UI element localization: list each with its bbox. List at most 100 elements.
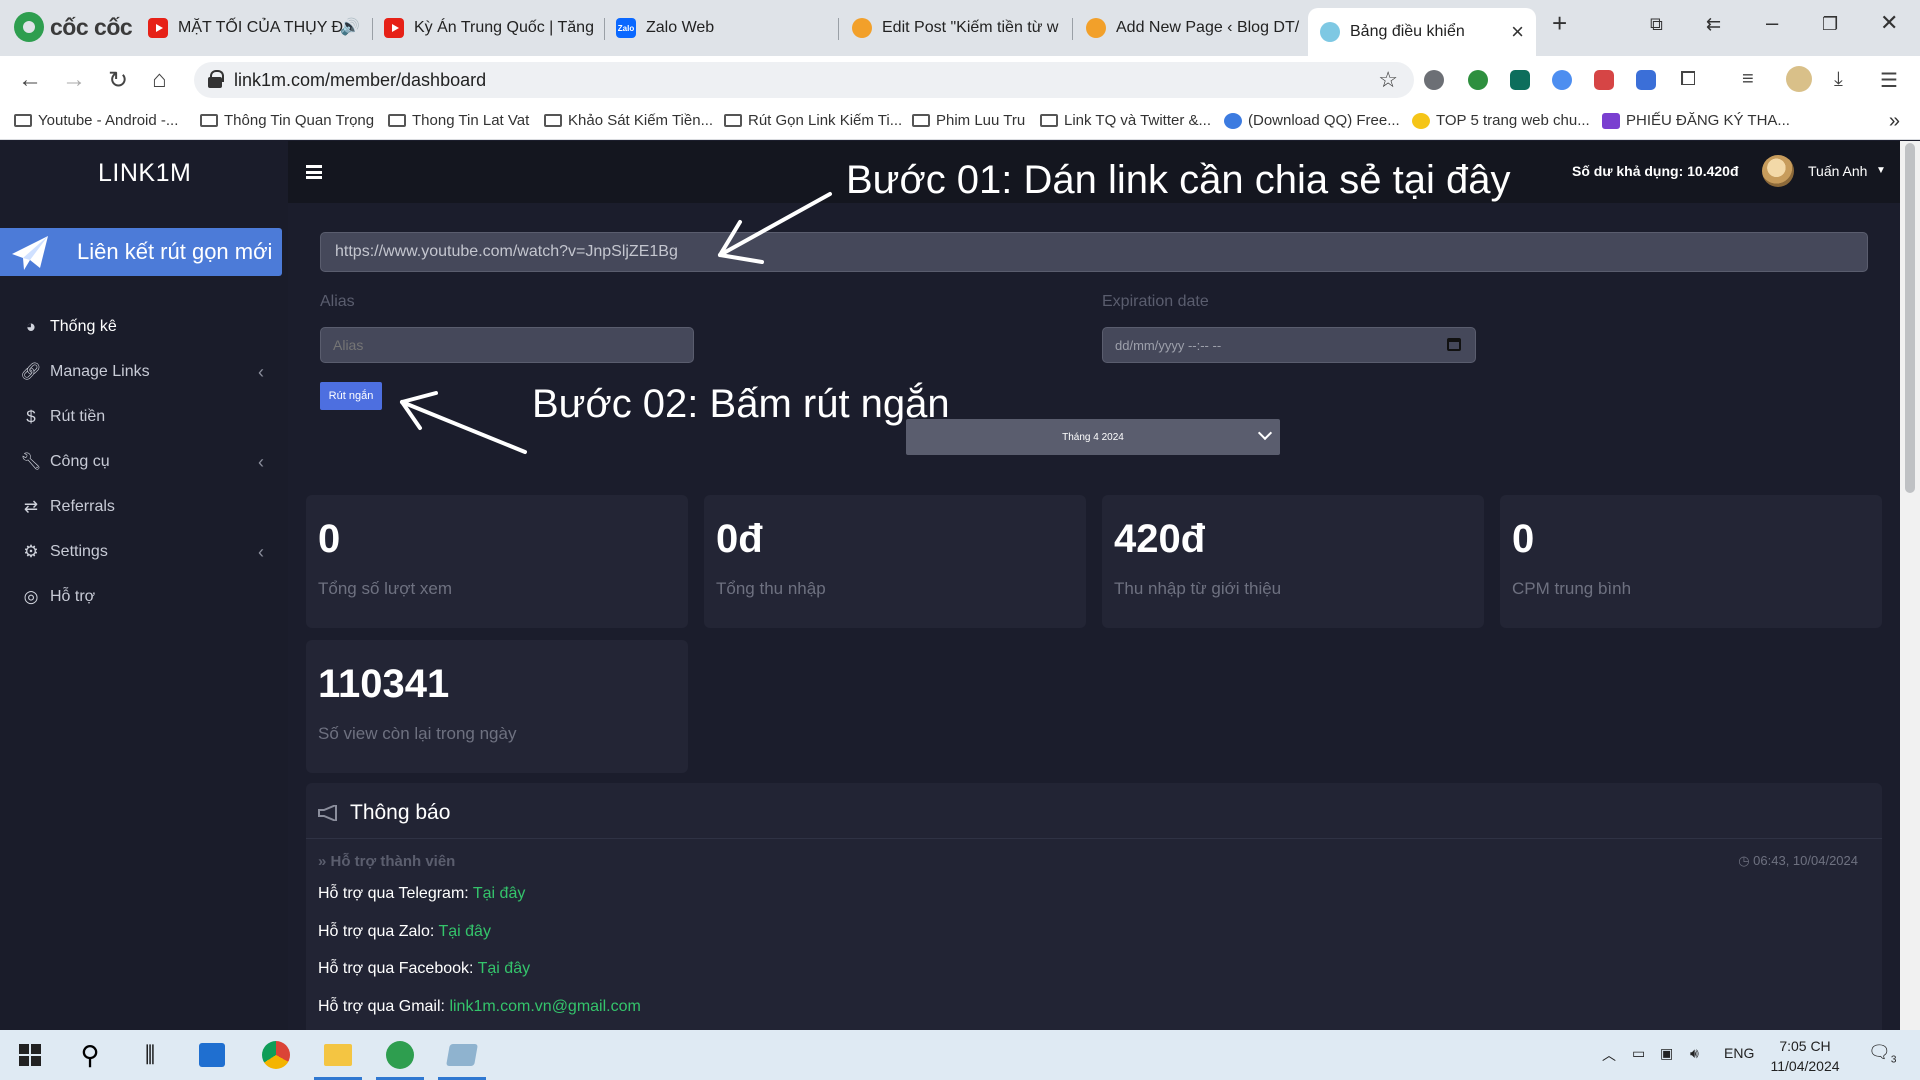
extension-icon[interactable] [1510, 70, 1530, 90]
chevron-up-icon[interactable]: ︿ [1602, 1045, 1616, 1065]
close-tab-icon[interactable]: × [1511, 19, 1524, 45]
folder-icon [14, 114, 32, 127]
tab-youtube-2[interactable]: Kỳ Án Trung Quốc | Tăng [372, 8, 602, 48]
month-select[interactable]: Tháng 4 2024 [906, 419, 1280, 455]
notification-center-icon[interactable]: 🗨︎3 [1868, 1042, 1896, 1066]
back-icon[interactable]: ← [18, 66, 42, 94]
sidebar-item-settings[interactable]: ⚙ Settings ‹ [0, 532, 288, 572]
shorten-button[interactable]: Rút ngắn [320, 382, 382, 410]
back-arrow-icon[interactable]: ⇇ [1706, 14, 1721, 35]
chrome-icon[interactable] [252, 1034, 300, 1076]
volume-icon[interactable]: 🔊︎ [1690, 1045, 1699, 1062]
speaker-icon[interactable]: 🔊 [340, 17, 360, 37]
bookmark-item[interactable]: Youtube - Android -... [14, 112, 178, 129]
reload-icon[interactable]: ↻ [108, 66, 128, 95]
stat-card-remaining-views: 110341 Số view còn lại trong ngày [306, 640, 688, 773]
close-window-icon[interactable]: ✕ [1880, 10, 1898, 36]
calendar-icon[interactable] [1447, 338, 1461, 351]
clock-date: 11/04/2024 [1770, 1058, 1840, 1074]
facebook-link[interactable]: Tại đây [478, 960, 530, 977]
support-label: Hỗ trợ qua Facebook: [318, 960, 474, 977]
expiration-date-input[interactable]: dd/mm/yyyy --:-- -- [1102, 327, 1476, 363]
coccoc-taskbar-icon[interactable] [376, 1034, 424, 1080]
site-logo[interactable]: LINK1M [98, 159, 191, 188]
minimize-icon[interactable]: – [1766, 10, 1778, 36]
alias-input[interactable] [320, 327, 694, 363]
youtube-icon [384, 18, 404, 38]
caret-down-icon[interactable]: ▼ [1876, 165, 1886, 176]
hamburger-menu-icon[interactable] [306, 165, 322, 179]
bookmark-item[interactable]: Phim Luu Tru [912, 112, 1025, 129]
telegram-link[interactable]: Tại đây [473, 885, 525, 902]
bookmark-item[interactable]: (Download QQ) Free... [1224, 112, 1400, 129]
notice-time-text: 06:43, 10/04/2024 [1753, 853, 1858, 868]
expiration-date-label: Expiration date [1102, 293, 1209, 310]
tab-dashboard[interactable]: Bảng điều khiển × [1308, 8, 1536, 56]
network-icon[interactable]: ▣ [1660, 1045, 1673, 1062]
language-indicator[interactable]: ENG [1724, 1045, 1754, 1061]
restore-icon[interactable]: ❐ [1822, 14, 1838, 35]
long-url-input[interactable] [320, 232, 1868, 272]
app-window-icon[interactable] [438, 1034, 486, 1080]
extension-icon[interactable] [1424, 70, 1444, 90]
scrollbar-thumb[interactable] [1905, 143, 1915, 493]
tab-zalo[interactable]: Zalo Zalo Web [604, 8, 834, 48]
bookmark-item[interactable]: TOP 5 trang web chu... [1412, 112, 1590, 129]
start-button[interactable] [6, 1034, 54, 1076]
sidebar-item-manage-links[interactable]: 🔗︎ Manage Links ‹ [0, 352, 288, 392]
stat-value: 0 [318, 517, 341, 561]
megaphone-icon [318, 805, 337, 821]
sidebar-item-referrals[interactable]: ⇄ Referrals [0, 487, 288, 527]
omnibox[interactable]: link1m.com/member/dashboard ☆ [194, 62, 1414, 98]
screenshot-icon[interactable]: ⧉ [1650, 14, 1663, 35]
tab-edit-post[interactable]: Edit Post "Kiếm tiền từ w [840, 8, 1072, 48]
url-text[interactable]: link1m.com/member/dashboard [234, 70, 486, 91]
gmail-link[interactable]: link1m.com.vn@gmail.com [449, 998, 640, 1015]
tab-add-page[interactable]: Add New Page ‹ Blog DT/ [1074, 8, 1306, 48]
tab-separator [1072, 18, 1073, 40]
zalo-link[interactable]: Tại đây [438, 923, 490, 940]
lock-icon[interactable] [208, 70, 224, 88]
browser-brand[interactable]: cốc cốc [14, 12, 133, 42]
battery-icon[interactable]: ▭ [1632, 1045, 1645, 1062]
extension-globe-icon[interactable] [1468, 70, 1488, 90]
page-scrollbar[interactable] [1900, 141, 1920, 1030]
playlist-icon[interactable]: ≡ [1742, 68, 1754, 91]
forward-icon[interactable]: → [62, 66, 86, 94]
bookmark-item[interactable]: Thong Tin Lat Vat [388, 112, 529, 129]
bookmark-item[interactable]: Khảo Sát Kiếm Tiền... [544, 112, 713, 129]
sidebar-item-label: Rút tiền [50, 408, 106, 425]
stat-label: Tổng số lượt xem [318, 579, 453, 598]
new-short-link-button[interactable]: Liên kết rút gọn mới [0, 228, 282, 276]
new-tab-icon[interactable]: + [1552, 8, 1567, 39]
extension-icon[interactable] [1552, 70, 1572, 90]
sidebar-item-tools[interactable]: 🔧︎ Công cụ ‹ [0, 442, 288, 482]
link-icon: 🔗︎ [20, 362, 42, 381]
sidebar-item-statistics[interactable]: ◕ Thống kê [0, 307, 288, 347]
bookmark-item[interactable]: Thông Tin Quan Trọng [200, 112, 374, 129]
microsoft-store-icon[interactable] [188, 1034, 236, 1076]
bookmark-item[interactable]: PHIẾU ĐĂNG KÝ THA... [1602, 112, 1790, 129]
bookmark-star-icon[interactable]: ☆ [1378, 67, 1398, 93]
username[interactable]: Tuấn Anh [1808, 163, 1867, 179]
translate-icon[interactable] [1636, 70, 1656, 90]
avatar[interactable] [1762, 155, 1794, 187]
gears-icon: ⚙ [23, 542, 39, 561]
task-view-icon[interactable]: ⫼ [126, 1034, 174, 1076]
sidebar-item-support[interactable]: ◎ Hỗ trợ [0, 577, 288, 617]
system-clock[interactable]: 7:05 CH 11/04/2024 [1770, 1036, 1840, 1076]
puzzle-icon[interactable]: ⧠ [1680, 68, 1696, 91]
bookmark-item[interactable]: Link TQ và Twitter &... [1040, 112, 1211, 129]
folder-icon [200, 114, 218, 127]
more-bookmarks-icon[interactable]: » [1889, 110, 1900, 133]
windows-taskbar: ⚲ ⫼ ︿ ▭ ▣ 🔊︎ ENG 7:05 CH 11/04/2024 🗨︎3 [0, 1030, 1920, 1080]
bookmark-item[interactable]: Rút Gọn Link Kiếm Ti... [724, 112, 902, 129]
home-icon[interactable]: ⌂ [152, 66, 167, 94]
profile-avatar[interactable] [1786, 66, 1812, 92]
sidebar-item-withdraw[interactable]: $ Rút tiền [0, 397, 288, 437]
menu-icon[interactable]: ☰ [1880, 68, 1898, 93]
file-explorer-icon[interactable] [314, 1034, 362, 1080]
extension-icon[interactable] [1594, 70, 1614, 90]
download-icon[interactable]: ⤓ [1834, 68, 1843, 91]
search-icon[interactable]: ⚲ [66, 1034, 114, 1076]
